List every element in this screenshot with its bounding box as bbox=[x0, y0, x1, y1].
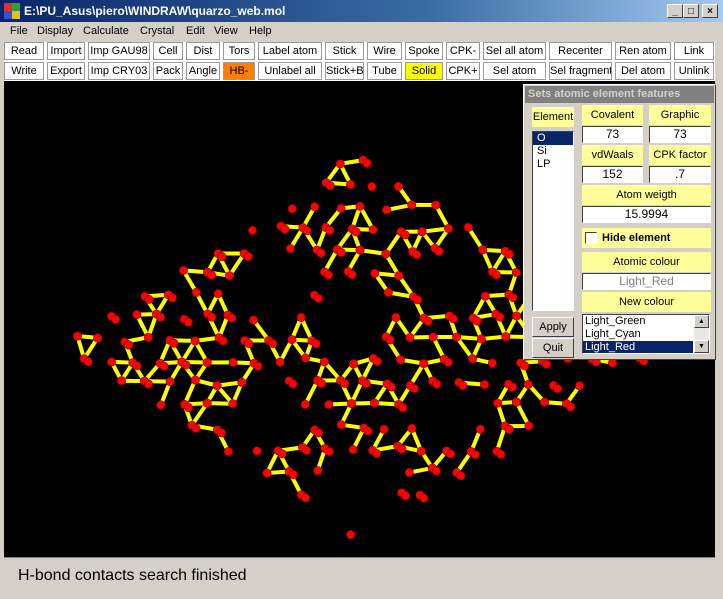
list-item[interactable]: Si bbox=[533, 145, 573, 158]
export-button[interactable]: Export bbox=[47, 62, 85, 80]
list-item[interactable]: Light_Red bbox=[583, 341, 693, 353]
pack-button[interactable]: Pack bbox=[153, 62, 183, 80]
solid-button[interactable]: Solid bbox=[405, 62, 443, 80]
close-button[interactable]: × bbox=[702, 4, 718, 18]
status-bar: H-bond contacts search finished bbox=[4, 557, 715, 596]
menu-view[interactable]: View bbox=[214, 25, 238, 37]
unlink-button[interactable]: Unlink bbox=[674, 62, 714, 80]
menu-calculate[interactable]: Calculate bbox=[83, 25, 129, 37]
scroll-down-icon[interactable]: ▼ bbox=[694, 340, 709, 353]
tors-button[interactable]: Tors bbox=[223, 42, 255, 60]
hide-element-label: Hide element bbox=[602, 232, 671, 244]
vdwaals-field[interactable]: 152 bbox=[582, 166, 643, 183]
hide-element-checkbox[interactable]: Hide element bbox=[582, 228, 711, 248]
atomic-colour-field: Light_Red bbox=[582, 273, 711, 290]
menu-bar: File Display Calculate Crystal Edit View… bbox=[0, 22, 723, 42]
title-bar: E:\PU_Asus\piero\WINDRAW\quarzo_web.mol … bbox=[0, 0, 723, 22]
menu-edit[interactable]: Edit bbox=[186, 25, 205, 37]
atomic-colour-label: Atomic colour bbox=[582, 252, 711, 272]
apply-button[interactable]: Apply bbox=[532, 317, 574, 337]
maximize-button[interactable]: □ bbox=[683, 4, 699, 18]
cell-button[interactable]: Cell bbox=[153, 42, 183, 60]
element-header: Element bbox=[532, 107, 574, 127]
graphic-label: Graphic bbox=[649, 105, 711, 125]
vdwaals-label: vdWaals bbox=[582, 145, 643, 165]
cpk-plus-button[interactable]: CPK+ bbox=[446, 62, 480, 80]
atom-weight-field[interactable]: 15.9994 bbox=[582, 206, 711, 223]
unlabel-all-button[interactable]: Unlabel all bbox=[258, 62, 322, 80]
stick-b-button[interactable]: Stick+B bbox=[325, 62, 364, 80]
imp-cry03-button[interactable]: Imp CRY03 bbox=[88, 62, 150, 80]
list-item[interactable]: LP bbox=[533, 158, 573, 171]
list-item[interactable]: Light_Green bbox=[583, 315, 693, 328]
cpk-minus-button[interactable]: CPK- bbox=[446, 42, 480, 60]
cpk-factor-label: CPK factor bbox=[649, 145, 711, 165]
quit-button[interactable]: Quit bbox=[532, 338, 574, 358]
spoke-button[interactable]: Spoke bbox=[405, 42, 443, 60]
sel-atom-button[interactable]: Sel atom bbox=[483, 62, 546, 80]
hb-minus-button[interactable]: HB- bbox=[223, 62, 255, 80]
menu-crystal[interactable]: Crystal bbox=[140, 25, 174, 37]
app-icon bbox=[4, 3, 20, 19]
atom-weight-label: Atom weigth bbox=[582, 185, 711, 205]
panel-title: Sets atomic element features bbox=[525, 86, 714, 103]
menu-display[interactable]: Display bbox=[37, 25, 73, 37]
recenter-button[interactable]: Recenter bbox=[549, 42, 612, 60]
imp-gau98-button[interactable]: Imp GAU98 bbox=[88, 42, 150, 60]
stick-button[interactable]: Stick bbox=[325, 42, 364, 60]
ren-atom-button[interactable]: Ren atom bbox=[615, 42, 671, 60]
menu-help[interactable]: Help bbox=[249, 25, 272, 37]
scroll-up-icon[interactable]: ▲ bbox=[694, 315, 709, 328]
toolbar: Read Import Imp GAU98 Cell Dist Tors Lab… bbox=[4, 42, 715, 81]
sel-fragment-button[interactable]: Sel fragment bbox=[549, 62, 612, 80]
element-list[interactable]: O Si LP bbox=[532, 131, 574, 311]
read-button[interactable]: Read bbox=[4, 42, 44, 60]
checkbox-icon[interactable] bbox=[585, 232, 597, 244]
element-features-panel: Sets atomic element features Element O S… bbox=[523, 84, 716, 360]
minimize-button[interactable]: _ bbox=[667, 4, 683, 18]
menu-file[interactable]: File bbox=[10, 25, 28, 37]
covalent-field[interactable]: 73 bbox=[582, 126, 643, 143]
new-colour-label: New colour bbox=[582, 292, 711, 312]
angle-button[interactable]: Angle bbox=[186, 62, 220, 80]
list-item[interactable]: Light_Cyan bbox=[583, 328, 693, 341]
covalent-label: Covalent bbox=[582, 105, 643, 125]
wire-button[interactable]: Wire bbox=[367, 42, 402, 60]
sel-all-atom-button[interactable]: Sel all atom bbox=[483, 42, 546, 60]
label-atom-button[interactable]: Label atom bbox=[258, 42, 322, 60]
status-text: H-bond contacts search finished bbox=[18, 567, 247, 584]
tube-button[interactable]: Tube bbox=[367, 62, 402, 80]
colour-list[interactable]: Light_Green Light_Cyan Light_Red ▲ ▼ bbox=[582, 314, 710, 354]
cpk-factor-field[interactable]: .7 bbox=[649, 166, 711, 183]
list-item[interactable]: O bbox=[533, 132, 573, 145]
window-title: E:\PU_Asus\piero\WINDRAW\quarzo_web.mol bbox=[24, 4, 286, 18]
link-button[interactable]: Link bbox=[674, 42, 714, 60]
import-button[interactable]: Import bbox=[47, 42, 85, 60]
dist-button[interactable]: Dist bbox=[186, 42, 220, 60]
graphic-field[interactable]: 73 bbox=[649, 126, 711, 143]
write-button[interactable]: Write bbox=[4, 62, 44, 80]
colour-list-scrollbar[interactable]: ▲ ▼ bbox=[694, 315, 709, 353]
del-atom-button[interactable]: Del atom bbox=[615, 62, 671, 80]
